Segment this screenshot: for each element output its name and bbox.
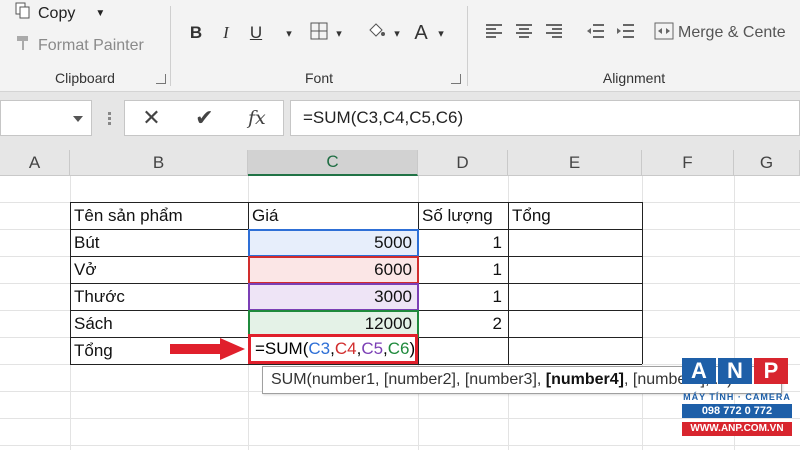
tooltip-current-arg: [number4] — [545, 371, 625, 388]
clipboard-group-label: Clipboard — [55, 70, 115, 86]
product-name-cell[interactable]: Sách — [70, 311, 248, 337]
merge-label: Merge & Cente — [678, 24, 786, 41]
format-painter-button[interactable]: Format Painter — [14, 34, 144, 57]
quantity-cell[interactable]: 1 — [418, 230, 508, 256]
cancel-icon[interactable]: ✕ — [142, 105, 160, 131]
column-header-c[interactable]: C — [248, 150, 418, 176]
italic-button[interactable]: I — [215, 20, 237, 46]
ribbon: Copy ▼ Format Painter Clipboard B I U ▾ … — [0, 0, 800, 92]
enter-icon[interactable]: ✔ — [195, 105, 213, 131]
column-header-d[interactable]: D — [418, 150, 508, 176]
bold-button[interactable]: B — [185, 20, 207, 46]
formula-bar: ✕ ✔ fx =SUM(C3,C4,C5,C6) — [0, 92, 800, 150]
copy-button[interactable]: Copy ▼ — [14, 2, 105, 25]
font-color-button[interactable]: A — [409, 20, 433, 46]
column-header-f[interactable]: F — [642, 150, 734, 176]
font-launcher-icon[interactable] — [451, 74, 461, 84]
price-cell[interactable]: 5000 — [248, 230, 418, 256]
arrow-right-icon — [170, 338, 245, 360]
formula-ref-c6: C6 — [387, 339, 410, 358]
borders-dropdown-icon[interactable]: ▾ — [331, 20, 347, 46]
decrease-indent-button[interactable] — [584, 20, 608, 46]
gridline — [0, 418, 800, 419]
logo-website: WWW.ANP.COM.VN — [682, 422, 792, 436]
logo-letter: A — [682, 358, 716, 384]
column-header-a[interactable]: A — [0, 150, 70, 176]
column-header-e[interactable]: E — [508, 150, 642, 176]
clipboard-group: Copy ▼ Format Painter Clipboard — [0, 0, 170, 92]
product-name-cell[interactable]: Vở — [70, 257, 248, 283]
insert-function-icon[interactable]: fx — [248, 107, 266, 129]
table-header-cell[interactable]: Tổng — [508, 203, 642, 229]
alignment-group: Merge & Cente Alignment — [468, 0, 800, 92]
table-header-cell[interactable]: Tên sản phẩm — [70, 203, 248, 229]
logo-letter: P — [754, 358, 788, 384]
increase-indent-icon — [617, 23, 635, 44]
drag-handle-icon[interactable] — [108, 112, 112, 126]
formula-ref-c3: C3 — [308, 339, 331, 358]
font-color-dropdown-icon[interactable]: ▾ — [433, 20, 449, 46]
alignment-group-label: Alignment — [602, 70, 666, 86]
table-border — [70, 364, 642, 365]
formula-suffix: ) — [409, 339, 416, 358]
formula-prefix: =SUM( — [255, 339, 309, 358]
anp-logo: A N P MÁY TÍNH · CAMERA 098 772 0 772 WW… — [682, 358, 792, 442]
price-cell[interactable]: 3000 — [248, 284, 418, 310]
borders-button[interactable] — [307, 20, 331, 46]
column-header-b[interactable]: B — [70, 150, 248, 176]
logo-phone: 098 772 0 772 — [682, 404, 792, 418]
gridline — [0, 445, 800, 446]
underline-dropdown-icon[interactable]: ▾ — [279, 20, 299, 46]
formula-edit-cell[interactable]: =SUM( C3, C4, C5, C6 ) — [248, 334, 418, 364]
table-header-cell[interactable]: Giá — [248, 203, 418, 229]
logo-subtitle: MÁY TÍNH · CAMERA — [683, 392, 791, 402]
chevron-down-icon[interactable] — [73, 116, 83, 122]
increase-indent-button[interactable] — [614, 20, 638, 46]
fill-dropdown-icon[interactable]: ▾ — [389, 20, 405, 46]
chevron-down-icon[interactable]: ▼ — [95, 8, 105, 19]
quantity-cell[interactable]: 2 — [418, 311, 508, 337]
copy-label: Copy — [38, 4, 76, 22]
formula-input[interactable]: =SUM(C3,C4,C5,C6) — [290, 100, 800, 136]
logo-letters: A N P — [682, 358, 788, 384]
spreadsheet-grid[interactable]: Tên sản phẩm Giá Số lượng Tổng Bút 5000 … — [0, 176, 800, 450]
product-name-cell[interactable]: Bút — [70, 230, 248, 256]
borders-icon — [310, 22, 328, 45]
quantity-cell[interactable]: 1 — [418, 284, 508, 310]
font-group-label: Font — [304, 70, 333, 86]
merge-center-button[interactable]: Merge & Cente — [654, 20, 800, 46]
formula-ref-c5: C5 — [361, 339, 384, 358]
table-header-cell[interactable]: Số lượng — [418, 203, 508, 229]
product-name-cell[interactable]: Thước — [70, 284, 248, 310]
align-right-icon[interactable] — [546, 24, 562, 38]
merge-icon — [654, 22, 674, 45]
tooltip-text: SUM(number1, [number2], [number3], — [271, 371, 546, 388]
underline-button[interactable]: U — [245, 20, 267, 46]
name-box[interactable] — [0, 100, 92, 136]
clipboard-launcher-icon[interactable] — [156, 74, 166, 84]
fill-color-button[interactable] — [363, 20, 389, 46]
logo-letter: N — [718, 358, 752, 384]
formula-ref-c4: C4 — [334, 339, 357, 358]
formula-buttons: ✕ ✔ fx — [124, 100, 284, 136]
quantity-cell[interactable]: 1 — [418, 257, 508, 283]
table-border — [642, 202, 643, 364]
format-painter-label: Format Painter — [38, 36, 144, 54]
font-group: B I U ▾ ▾ ▾ A ▾ Font — [171, 0, 467, 92]
copy-icon — [14, 2, 32, 25]
format-painter-icon — [14, 34, 32, 57]
align-left-icon[interactable] — [486, 24, 502, 38]
align-center-icon[interactable] — [516, 24, 532, 38]
fill-bucket-icon — [366, 21, 386, 46]
column-header-g[interactable]: G — [734, 150, 800, 176]
decrease-indent-icon — [587, 23, 605, 44]
price-cell[interactable]: 6000 — [248, 257, 418, 283]
